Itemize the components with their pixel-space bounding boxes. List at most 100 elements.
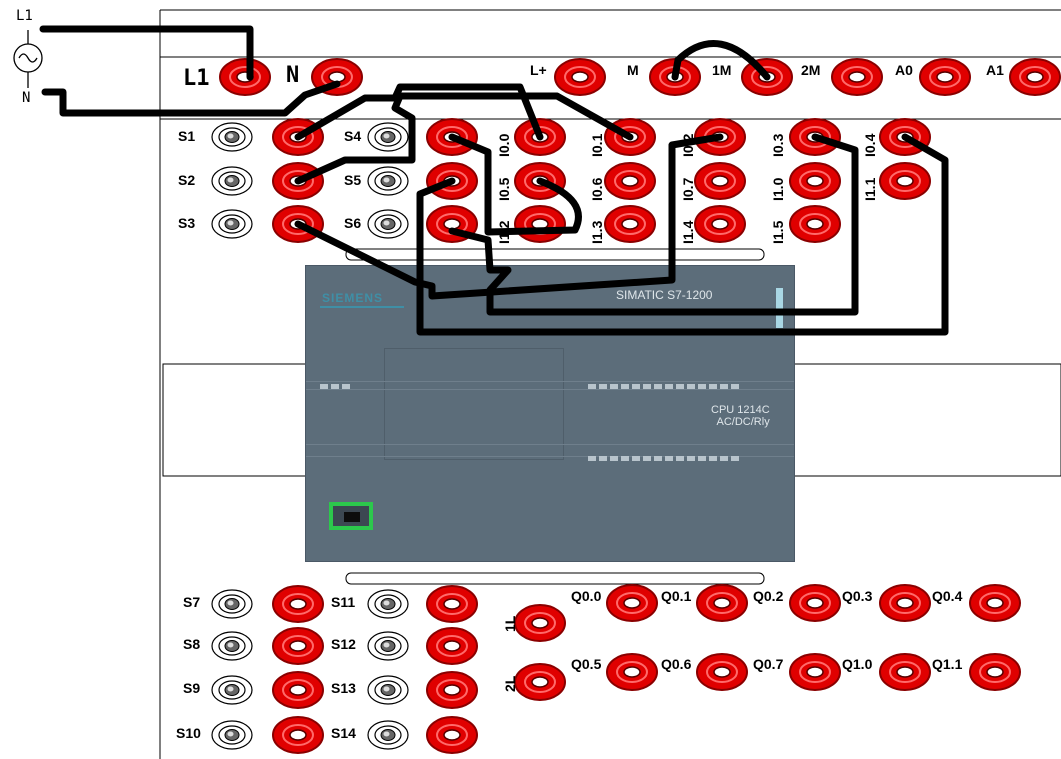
- terminal-a0[interactable]: [919, 58, 971, 96]
- terminal-i0-6[interactable]: [604, 162, 656, 200]
- label-i0-0: I0.0: [496, 133, 512, 157]
- terminal-i1-1[interactable]: [879, 162, 931, 200]
- terminal-i1-5[interactable]: [789, 205, 841, 243]
- terminal-q1-1[interactable]: [969, 653, 1021, 691]
- label-i0-5: I0.5: [496, 177, 512, 201]
- switch-s12[interactable]: [367, 631, 409, 661]
- ethernet-port[interactable]: [329, 502, 373, 530]
- label-s3: S3: [178, 215, 196, 231]
- terminal-q0-0[interactable]: [606, 584, 658, 622]
- label-i1-1: I1.1: [862, 177, 878, 201]
- switch-s7[interactable]: [211, 589, 253, 619]
- terminal-s1[interactable]: [272, 118, 324, 156]
- terminal-s2[interactable]: [272, 162, 324, 200]
- terminal-i1-0[interactable]: [789, 162, 841, 200]
- terminal-i0-1[interactable]: [604, 118, 656, 156]
- label-i0-6: I0.6: [589, 177, 605, 201]
- ethernet-jack-icon: [344, 512, 360, 522]
- terminal-1m[interactable]: [741, 58, 793, 96]
- label-i1-2: I1.2: [496, 220, 512, 244]
- terminal-s10[interactable]: [272, 716, 324, 754]
- terminal-q0-7[interactable]: [789, 653, 841, 691]
- terminal-i0-0[interactable]: [514, 118, 566, 156]
- cpu-type-label: CPU 1214C AC/DC/Rly: [711, 404, 770, 428]
- label-q0-3: Q0.3: [842, 588, 873, 604]
- terminal-i0-3[interactable]: [789, 118, 841, 156]
- label-i1-3: I1.3: [589, 220, 605, 244]
- terminal-i1-4[interactable]: [694, 205, 746, 243]
- switch-s11[interactable]: [367, 589, 409, 619]
- terminal-s4[interactable]: [426, 118, 478, 156]
- label-s14: S14: [331, 725, 356, 741]
- label-q0-7: Q0.7: [753, 656, 784, 672]
- switch-s14[interactable]: [367, 720, 409, 750]
- terminal-i0-5[interactable]: [514, 162, 566, 200]
- label-i0-1: I0.1: [589, 133, 605, 157]
- label-i1-5: I1.5: [770, 220, 786, 244]
- terminal-q0-5[interactable]: [606, 653, 658, 691]
- switch-s13[interactable]: [367, 675, 409, 705]
- terminal-1l[interactable]: [514, 604, 566, 642]
- terminal-lplus[interactable]: [554, 58, 606, 96]
- terminal-i0-4[interactable]: [879, 118, 931, 156]
- label-i0-4: I0.4: [862, 133, 878, 157]
- label-q1-0: Q1.0: [842, 656, 873, 672]
- label-m: M: [627, 62, 639, 78]
- label-q0-0: Q0.0: [571, 588, 602, 604]
- terminal-s11[interactable]: [426, 585, 478, 623]
- terminal-q1-0[interactable]: [879, 653, 931, 691]
- plc-model: SIMATIC S7-1200: [616, 288, 713, 302]
- label-s5: S5: [344, 172, 362, 188]
- label-lplus: L+: [530, 62, 547, 78]
- terminal-i0-2[interactable]: [694, 118, 746, 156]
- terminal-2m[interactable]: [831, 58, 883, 96]
- label-1l: 1L: [502, 615, 518, 632]
- terminal-q0-3[interactable]: [879, 584, 931, 622]
- terminal-s13[interactable]: [426, 671, 478, 709]
- busbar-upper: [345, 248, 765, 261]
- label-1m: 1M: [712, 62, 732, 78]
- terminal-i1-3[interactable]: [604, 205, 656, 243]
- label-s13: S13: [331, 680, 356, 696]
- switch-s4[interactable]: [367, 122, 409, 152]
- switch-s3[interactable]: [211, 209, 253, 239]
- switch-s8[interactable]: [211, 631, 253, 661]
- terminal-2l[interactable]: [514, 663, 566, 701]
- label-s8: S8: [183, 636, 201, 652]
- terminal-q0-4[interactable]: [969, 584, 1021, 622]
- label-s10: S10: [176, 725, 201, 741]
- label-q0-1: Q0.1: [661, 588, 692, 604]
- terminal-n[interactable]: [311, 58, 363, 96]
- terminal-s3[interactable]: [272, 205, 324, 243]
- terminal-s14[interactable]: [426, 716, 478, 754]
- switch-s9[interactable]: [211, 675, 253, 705]
- terminal-i0-7[interactable]: [694, 162, 746, 200]
- terminal-s12[interactable]: [426, 627, 478, 665]
- switch-s1[interactable]: [211, 122, 253, 152]
- switch-s5[interactable]: [367, 166, 409, 196]
- plc-cpu-module: SIEMENS SIMATIC S7-1200 CPU 1214C AC/DC/…: [305, 265, 795, 562]
- switch-s6[interactable]: [367, 209, 409, 239]
- terminal-q0-1[interactable]: [696, 584, 748, 622]
- label-q0-5: Q0.5: [571, 656, 602, 672]
- terminal-s7[interactable]: [272, 585, 324, 623]
- label-n: N: [286, 63, 300, 88]
- terminal-i1-2[interactable]: [514, 205, 566, 243]
- switch-s10[interactable]: [211, 720, 253, 750]
- terminal-l1[interactable]: [219, 58, 271, 96]
- terminal-s9[interactable]: [272, 671, 324, 709]
- label-s11: S11: [331, 594, 356, 610]
- terminal-s8[interactable]: [272, 627, 324, 665]
- label-s4: S4: [344, 128, 362, 144]
- terminal-q0-2[interactable]: [789, 584, 841, 622]
- terminal-a1[interactable]: [1009, 58, 1061, 96]
- terminal-m[interactable]: [649, 58, 701, 96]
- terminal-s6[interactable]: [426, 205, 478, 243]
- wiring-canvas: SIEMENS SIMATIC S7-1200 CPU 1214C AC/DC/…: [0, 0, 1061, 759]
- switch-s2[interactable]: [211, 166, 253, 196]
- output-leds: [588, 448, 742, 466]
- terminal-s5[interactable]: [426, 162, 478, 200]
- terminal-q0-6[interactable]: [696, 653, 748, 691]
- label-l1: L1: [183, 66, 210, 91]
- input-leds: [588, 376, 742, 394]
